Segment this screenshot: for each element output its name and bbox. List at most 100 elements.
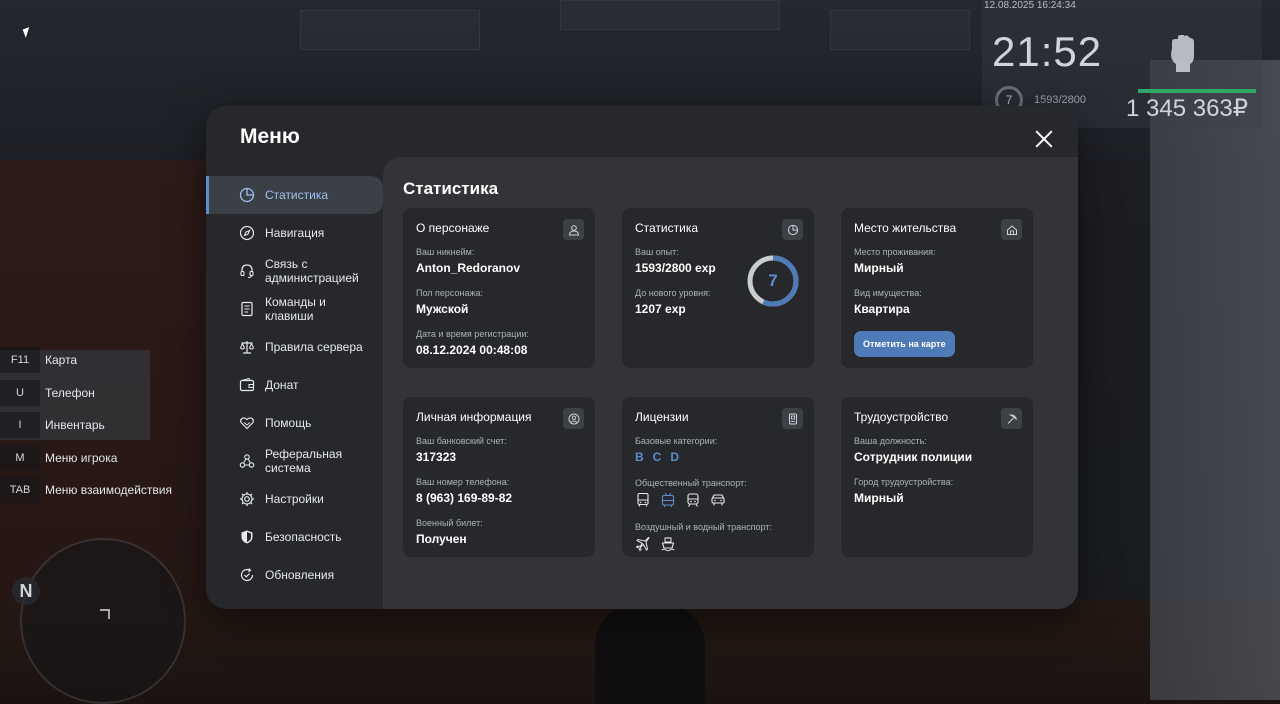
keybind-label: Меню взаимодействия <box>45 483 172 498</box>
minimap <box>20 538 186 704</box>
wallet-icon <box>239 377 255 392</box>
sidebar-item-label: Навигация <box>265 226 325 240</box>
airplane-icon <box>635 536 650 552</box>
menu-title: Меню <box>240 125 300 148</box>
card-title: Личная информация <box>416 410 532 424</box>
job-position-value: Сотрудник полиции <box>854 450 973 464</box>
key-label: M <box>0 444 40 471</box>
sidebar-item-label: Правила сервера <box>265 340 363 354</box>
compass-north: N <box>12 577 40 605</box>
keybind-label: Телефон <box>45 385 95 400</box>
hud-exp: 1593/2800 <box>1034 94 1086 106</box>
card-title: Место жительства <box>854 221 957 235</box>
sidebar-item-help[interactable]: Помощь <box>206 404 383 442</box>
card-title: О персонаже <box>416 221 490 235</box>
military-id-value: Получен <box>416 532 467 546</box>
sidebar-item-label: Безопасность <box>265 530 342 544</box>
trolleybus-icon <box>661 492 675 507</box>
gear-icon <box>240 492 254 506</box>
sidebar-item-label: Настройки <box>265 492 324 506</box>
field-label: Пол персонажа: <box>416 288 484 298</box>
card-residence: Место жительства Место проживания: Мирны… <box>841 208 1033 368</box>
field-label: Вид имущества: <box>854 288 922 298</box>
map-marker-icon <box>100 609 110 619</box>
keybind-player-menu: M Меню игрока <box>0 442 172 475</box>
key-label: I <box>0 412 40 439</box>
sidebar-item-referral[interactable]: Реферальная система <box>206 442 383 480</box>
sidebar-item-label: Донат <box>265 378 299 392</box>
keybind-label: Инвентарь <box>45 418 105 433</box>
card-licenses: Лицензии Базовые категории: B C D Общест… <box>622 397 814 557</box>
sidebar-item-statistics[interactable]: Статистика <box>206 176 383 214</box>
sidebar-item-settings[interactable]: Настройки <box>206 480 383 518</box>
sidebar-item-label: Помощь <box>265 416 312 430</box>
field-label: Дата и время регистрации: <box>416 329 529 339</box>
tram-icon <box>687 493 699 507</box>
hud-clock: 21:52 <box>992 28 1103 75</box>
health-bar <box>1138 89 1256 93</box>
card-personal: Личная информация Ваш банковский счет: 3… <box>403 397 595 557</box>
field-label: Военный билет: <box>416 518 483 528</box>
ship-icon <box>661 537 675 552</box>
card-statistics: Статистика Ваш опыт: 1593/2800 exp До но… <box>622 208 814 368</box>
key-label: F11 <box>0 347 40 374</box>
pie-chart-icon <box>239 187 255 203</box>
field-label: Базовые категории: <box>635 436 718 446</box>
fist-icon <box>1171 35 1194 72</box>
property-type-value: Квартира <box>854 302 910 316</box>
base-categories: B C D <box>635 450 801 464</box>
nickname-value: Anton_Redoranov <box>416 261 521 275</box>
field-label: Ваш номер телефона: <box>416 477 510 487</box>
key-label: TAB <box>0 477 40 504</box>
sidebar-item-rules[interactable]: Правила сервера <box>206 328 383 366</box>
field-label: Город трудоустройства: <box>854 477 954 487</box>
level-number: 7 <box>768 271 778 290</box>
field-label: Общественный транспорт: <box>635 478 747 488</box>
phone-value: 8 (963) 169-89-82 <box>416 491 513 505</box>
card-title: Статистика <box>635 221 699 235</box>
job-city-value: Мирный <box>854 491 904 505</box>
hud-datetime: 12.08.2025 16:24:34 <box>984 0 1076 11</box>
sidebar-item-label: Команды и клавиши <box>265 295 326 323</box>
menu-window: Меню Статистика Навигация Связь с админи… <box>206 106 1078 609</box>
field-label: Ваш банковский счет: <box>416 436 507 446</box>
sidebar-item-updates[interactable]: Обновления <box>206 556 383 594</box>
bank-account-value: 317323 <box>416 450 457 464</box>
key-label: U <box>0 379 40 406</box>
keybind-label: Меню игрока <box>45 450 118 465</box>
card-character: О персонаже Ваш никнейм: Anton_Redoranov… <box>403 208 595 368</box>
field-label: Воздушный и водный транспорт: <box>635 522 772 532</box>
headset-icon <box>240 264 254 279</box>
residence-place-value: Мирный <box>854 261 904 275</box>
sidebar-item-security[interactable]: Безопасность <box>206 518 383 556</box>
license-category-c: C <box>652 450 662 464</box>
sidebar-item-label: Связь с администрацией <box>265 257 359 285</box>
user-icon <box>563 219 584 240</box>
sidebar-item-donate[interactable]: Донат <box>206 366 383 404</box>
taxi-icon <box>711 494 725 506</box>
card-title: Трудоустройство <box>854 410 949 424</box>
keybind-phone: U Телефон <box>0 377 172 410</box>
gender-value: Мужской <box>416 302 469 316</box>
sidebar-item-navigation[interactable]: Навигация <box>206 214 383 252</box>
license-category-d: D <box>670 450 680 464</box>
bus-icon <box>637 492 649 507</box>
sidebar-item-admin-contact[interactable]: Связь с администрацией <box>206 252 383 290</box>
air-water-licenses <box>635 536 801 552</box>
close-button[interactable] <box>1032 127 1056 151</box>
heart-hands-icon <box>240 417 254 430</box>
keybind-interaction-menu: TAB Меню взаимодействия <box>0 474 172 507</box>
sidebar-item-commands[interactable]: Команды и клавиши <box>206 290 383 328</box>
sidebar-item-label: Реферальная система <box>265 447 343 475</box>
content-title: Статистика <box>403 179 499 198</box>
level-progress-ring: 7 <box>746 254 800 308</box>
mark-on-map-button[interactable]: Отметить на карте <box>854 331 955 357</box>
refresh-check-icon <box>240 568 254 582</box>
public-transport-licenses <box>635 492 801 508</box>
pickaxe-icon <box>1001 408 1022 429</box>
people-network-icon <box>239 454 255 468</box>
pie-chart-icon <box>782 219 803 240</box>
compass-icon <box>239 225 255 241</box>
user-circle-icon <box>563 408 584 429</box>
scales-icon <box>239 341 255 354</box>
